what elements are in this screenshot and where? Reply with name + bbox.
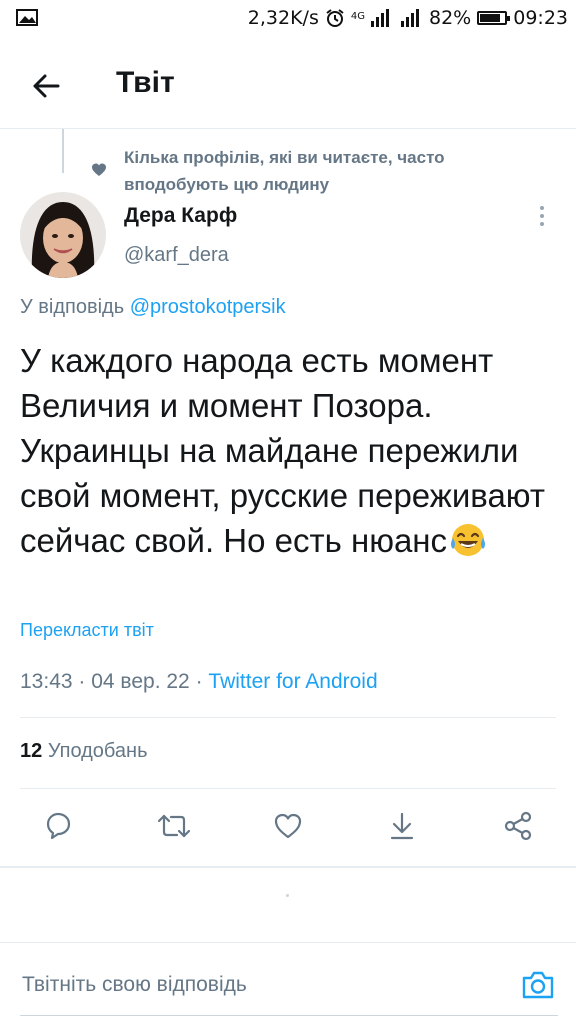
like-button[interactable] [270,806,306,846]
likes-count: 12 [20,740,43,762]
reply-to-prefix: У відповідь [20,296,125,318]
author-name[interactable]: Дера Карф [124,204,237,228]
likes-label: Уподобань [47,740,148,762]
reply-composer: Твітніть свою відповідь [0,942,576,1025]
header: Твіт [0,44,576,129]
like-icon [274,813,302,839]
author-handle[interactable]: @karf_dera [124,244,229,267]
meta-separator: · [72,670,92,693]
meta-separator: · [189,670,209,693]
reply-button[interactable] [40,806,76,846]
thread-line [62,129,64,173]
share-button[interactable] [500,806,536,846]
more-options-icon[interactable] [532,203,552,229]
camera-icon[interactable] [520,967,556,1003]
save-button[interactable] [384,806,420,846]
alarm-icon [326,9,344,27]
network-type: 4G [350,10,365,22]
tweet-time: 13:43 [20,670,73,693]
clock: 09:23 [513,7,568,29]
avatar-image [20,192,106,278]
back-arrow-icon[interactable] [26,66,66,106]
reply-to: У відповідь @prostokotpersik [20,296,286,319]
retweet-button[interactable] [156,806,192,846]
signal-2-icon [401,9,419,27]
divider [20,717,556,718]
social-context: Кілька профілів, які ви читаєте, часто в… [124,148,445,194]
battery-icon [477,11,511,25]
status-right: 2,32K/s 4G 82% 09:23 [248,7,568,29]
tweet-source[interactable]: Twitter for Android [208,670,377,693]
network-speed: 2,32K/s [247,7,319,29]
tweet-date: 04 вер. 22 [91,670,190,693]
reply-to-mention[interactable]: @prostokotpersik [130,296,286,318]
status-bar: 2,32K/s 4G 82% 09:23 [0,0,576,40]
tweet-meta: 13:43 · 04 вер. 22 · Twitter for Android [20,670,378,694]
divider [20,788,556,789]
translate-link[interactable]: Перекласти твіт [20,620,154,641]
avatar[interactable] [20,192,106,278]
likes-stat[interactable]: 12 Уподобань [20,740,148,763]
image-notification-icon [16,9,38,26]
face-with-tears-of-joy-icon [451,524,486,556]
share-icon [504,811,532,841]
retweet-icon [157,814,191,838]
heart-icon [92,163,106,176]
section-separator [0,866,576,868]
loading-dot [286,894,289,897]
signal-icon [371,9,389,27]
action-bar [0,806,576,846]
battery-percent: 82% [429,7,472,29]
reply-icon [46,812,71,840]
tweet-text: У каждого народа есть момент Величия и м… [20,338,560,563]
page-title: Твіт [116,66,175,99]
reply-input[interactable]: Твітніть свою відповідь [22,973,247,997]
download-arrow-icon [390,812,414,840]
reply-underline [20,1015,558,1016]
